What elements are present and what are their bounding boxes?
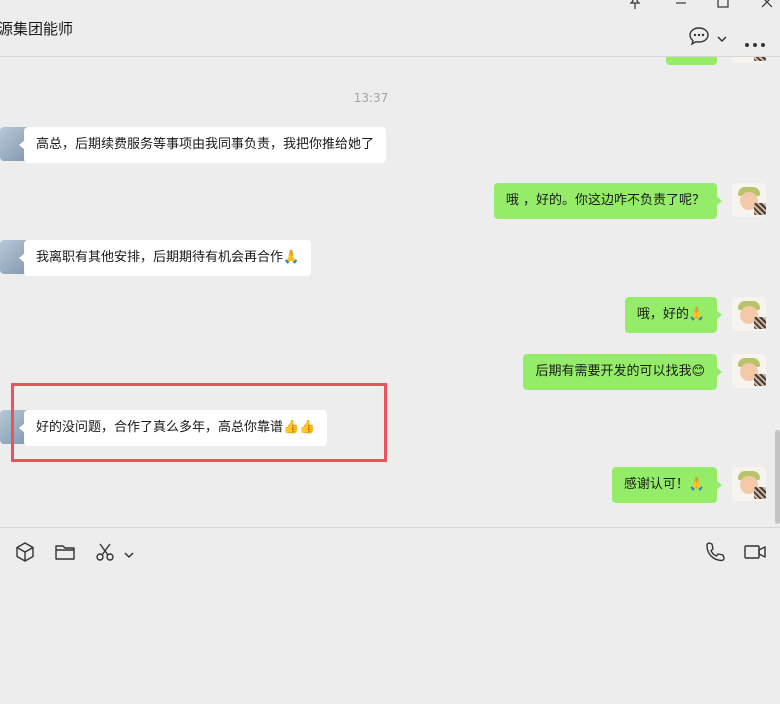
message-item: 感谢认可！🙏	[0, 467, 780, 503]
message-bubble[interactable]: 后期有需要开发的可以找我😊	[523, 354, 722, 390]
message-bubble[interactable]: 哦，好的🙏	[624, 297, 722, 333]
minimize-icon[interactable]	[674, 0, 688, 14]
more-options-icon[interactable]	[744, 33, 766, 52]
message-text: 好的没问题，合作了真么多年，高总你靠谱👍👍	[36, 420, 316, 435]
previous-message-fragment	[666, 57, 717, 65]
message-bubble[interactable]: 感谢认可！🙏	[611, 467, 722, 503]
chevron-down-icon[interactable]	[716, 30, 728, 49]
message-text: 感谢认可！🙏	[623, 477, 705, 492]
maximize-icon[interactable]	[716, 0, 730, 14]
message-bubble[interactable]: 高总，后期续费服务等事项由我同事负责，我把你推给她了	[19, 127, 387, 163]
message-text: 哦 ，好的。你这边咋不负责了呢？	[505, 193, 705, 208]
self-avatar[interactable]	[732, 354, 766, 388]
phone-icon[interactable]	[704, 541, 726, 565]
chevron-down-icon[interactable]	[123, 546, 135, 570]
message-item: 哦，好的🙏	[0, 297, 780, 333]
chat-title: 源集团能师	[0, 20, 74, 38]
video-call-icon[interactable]	[743, 541, 767, 565]
message-text: 后期有需要开发的可以找我😊	[535, 364, 705, 379]
message-timestamp: 13:37	[353, 91, 389, 105]
sticker-icon[interactable]	[14, 541, 36, 565]
message-item: 后期有需要开发的可以找我😊	[0, 354, 780, 390]
message-text: 高总，后期续费服务等事项由我同事负责，我把你推给她了	[36, 137, 375, 152]
message-text: 哦，好的🙏	[636, 307, 705, 322]
chat-history[interactable]: 13:37 高总，后期续费服务等事项由我同事负责，我把你推给她了 哦 ，好的。你…	[0, 57, 780, 527]
chat-scrollbar[interactable]	[775, 430, 780, 524]
chat-bubble-icon[interactable]	[688, 26, 710, 50]
self-avatar[interactable]	[732, 297, 766, 331]
message-input[interactable]	[0, 575, 780, 704]
pin-icon[interactable]	[628, 0, 642, 14]
self-avatar[interactable]	[732, 183, 766, 217]
message-bubble[interactable]: 哦 ，好的。你这边咋不负责了呢？	[493, 183, 722, 219]
folder-icon[interactable]	[54, 541, 76, 565]
toolbar-divider	[0, 527, 780, 528]
chat-header: 源集团能师	[0, 0, 780, 57]
message-text: 我离职有其他安排，后期期待有机会再合作🙏	[36, 250, 300, 265]
scissors-icon[interactable]	[94, 541, 116, 565]
self-avatar[interactable]	[732, 467, 766, 501]
self-avatar[interactable]	[732, 57, 766, 63]
message-item: 哦 ，好的。你这边咋不负责了呢？	[0, 183, 780, 219]
message-bubble[interactable]: 我离职有其他安排，后期期待有机会再合作🙏	[19, 240, 312, 276]
message-bubble[interactable]: 好的没问题，合作了真么多年，高总你靠谱👍👍	[19, 410, 328, 446]
close-icon[interactable]	[760, 0, 774, 14]
